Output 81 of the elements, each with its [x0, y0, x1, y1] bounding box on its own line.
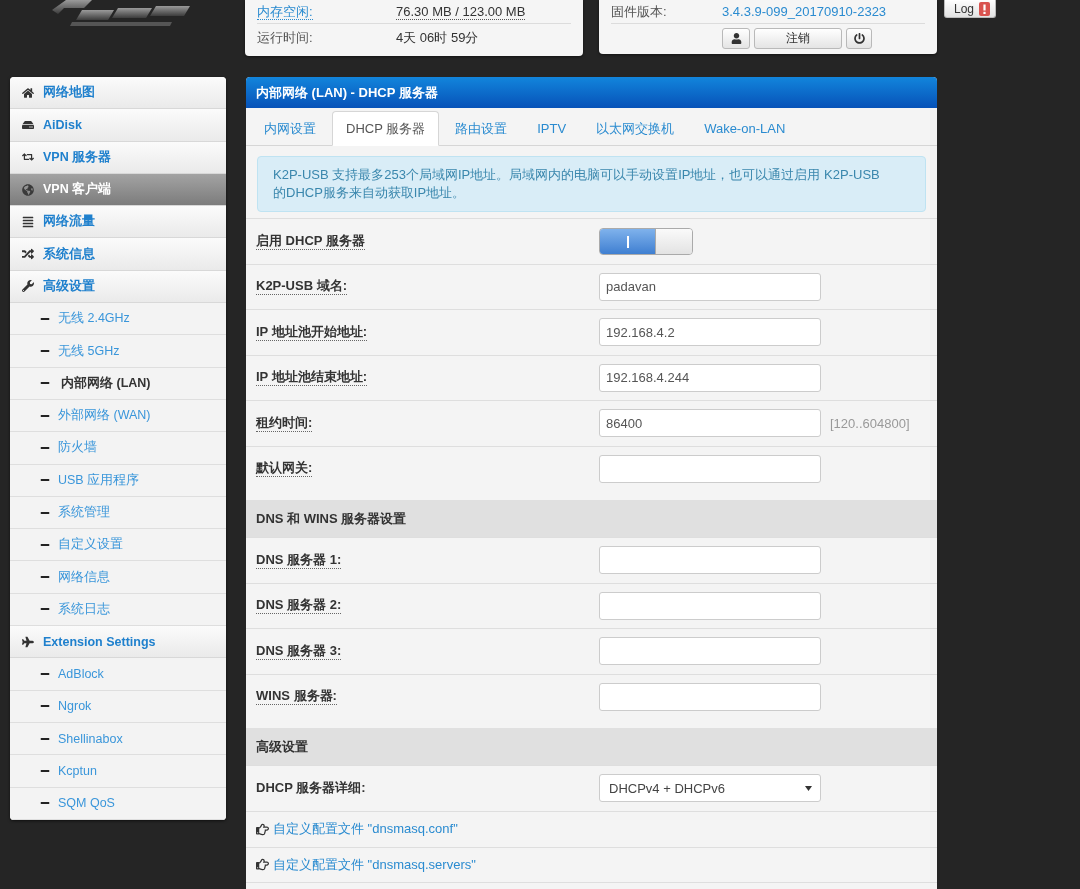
sidebar-subitem[interactable]: Shellinabox	[10, 722, 226, 756]
list-lines-icon	[22, 215, 34, 228]
field-label: 启用 DHCP 服务器	[256, 232, 365, 250]
info-notice: K2P-USB 支持最多253个局域网IP地址。局域网内的电脑可以手动设置IP地址，也可以通过启用 K2P-USB 的DHCP服务来自动获取IP地址。	[257, 156, 926, 212]
sidebar-subitem[interactable]: AdBlock	[10, 658, 226, 691]
hard-drive-icon	[22, 118, 34, 131]
status-label: 固件版本:	[611, 4, 667, 19]
sidebar-item[interactable]: 系统信息	[10, 238, 226, 271]
sidebar-subitem[interactable]: 系统日志	[10, 593, 226, 627]
field-label: DNS 服务器 3:	[256, 642, 342, 660]
field-label: IP 地址池开始地址:	[256, 323, 367, 341]
sidebar-item[interactable]: 高级设置	[10, 270, 226, 304]
sidebar-subitem[interactable]: 无线 2.4GHz	[10, 303, 226, 336]
tab[interactable]: 内网设置	[250, 111, 330, 146]
user-icon	[730, 33, 742, 44]
logout-button[interactable]: 注销	[754, 28, 842, 49]
tab[interactable]: 路由设置	[441, 111, 522, 146]
sidebar-subitem[interactable]: 外部网络 (WAN)	[10, 399, 226, 433]
field-label: DHCP 服务器详细:	[256, 779, 366, 797]
sidebar-item[interactable]: 网络流量	[10, 206, 226, 239]
tab[interactable]: Wake-on-LAN	[690, 111, 800, 146]
toggle-switch[interactable]	[599, 227, 693, 255]
firmware-link[interactable]: 3.4.3.9-099_20170910-2323	[722, 4, 887, 19]
text-field[interactable]: 86400	[599, 409, 821, 438]
pointing-hand-icon	[256, 822, 269, 836]
config-file-link[interactable]: 自定义配置文件 "dnsmasq.servers"	[273, 855, 476, 874]
sidebar-subitem[interactable]: USB 应用程序	[10, 464, 226, 497]
status-value: 76.30 MB / 123.00 MB	[396, 3, 526, 20]
sidebar-item[interactable]: 网络地图	[10, 77, 226, 110]
sidebar-subitem[interactable]: 自定义设置	[10, 529, 226, 562]
sidebar-subitem[interactable]: 无线 5GHz	[10, 335, 226, 368]
status-value: 4天 06时 59分	[396, 30, 479, 45]
section-heading: 高级设置	[246, 728, 937, 765]
range-hint: [120..604800]	[829, 415, 911, 431]
text-field[interactable]	[599, 454, 821, 483]
text-field[interactable]	[599, 682, 821, 711]
home-icon	[22, 86, 34, 99]
field-label: 默认网关:	[256, 460, 313, 478]
dropdown[interactable]: DHCPv4 + DHCPv6	[599, 774, 821, 803]
caret-icon	[805, 785, 812, 791]
status-label: 内存空闲:	[257, 3, 313, 20]
text-field[interactable]	[599, 546, 821, 575]
sidebar-subitem[interactable]: Ngrok	[10, 690, 226, 723]
field-label: K2P-USB 域名:	[256, 278, 347, 296]
text-field[interactable]	[599, 637, 821, 666]
field-label: IP 地址池结束地址:	[256, 369, 367, 387]
log-button[interactable]: Log	[944, 0, 997, 18]
section-heading: DNS 和 WINS 服务器设置	[246, 500, 937, 537]
sidebar-subitem[interactable]: 防火墙	[10, 432, 226, 465]
globe-icon	[22, 183, 34, 196]
field-label: DNS 服务器 2:	[256, 597, 342, 615]
tab[interactable]: IPTV	[523, 111, 581, 146]
tab[interactable]: DHCP 服务器	[332, 111, 440, 146]
sidebar-item[interactable]: Extension Settings	[10, 626, 226, 659]
sidebar-subitem[interactable]: SQM QoS	[10, 787, 226, 820]
sidebar-subitem[interactable]: Kcptun	[10, 755, 226, 788]
sidebar-subitem[interactable]: 网络信息	[10, 561, 226, 594]
text-field[interactable]: padavan	[599, 272, 821, 301]
power-icon	[853, 33, 865, 44]
airplane-icon	[22, 635, 34, 648]
tab[interactable]: 以太网交换机	[582, 111, 689, 146]
power-button[interactable]	[846, 28, 872, 49]
sidebar-subitem[interactable]: 系统管理	[10, 496, 226, 530]
repeat-arrows-icon	[22, 151, 34, 164]
panel-header: 内部网络 (LAN) - DHCP 服务器	[246, 77, 937, 108]
user-button[interactable]	[722, 28, 750, 49]
sidebar-item[interactable]: VPN 客户端	[10, 173, 226, 207]
text-field[interactable]: 192.168.4.244	[599, 363, 821, 392]
status-label: 运行时间:	[257, 30, 313, 45]
text-field[interactable]	[599, 591, 821, 620]
sidebar-item[interactable]: AiDisk	[10, 109, 226, 142]
sidebar-subitem[interactable]: 内部网络 (LAN)	[10, 367, 226, 400]
field-label: DNS 服务器 1:	[256, 551, 342, 569]
text-field[interactable]: 192.168.4.2	[599, 318, 821, 347]
wrench-icon	[22, 280, 34, 293]
sidebar-item[interactable]: VPN 服务器	[10, 141, 226, 174]
pointing-hand-icon	[256, 858, 269, 871]
shuffle-icon	[22, 248, 34, 261]
field-label: 租约时间:	[256, 414, 313, 432]
field-label: WINS 服务器:	[256, 688, 337, 706]
config-file-link[interactable]: 自定义配置文件 "dnsmasq.conf"	[273, 820, 458, 838]
